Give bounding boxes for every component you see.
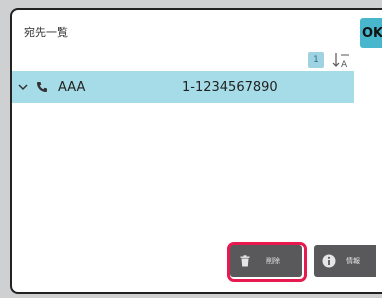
page-title: 宛先一覧 (24, 26, 68, 39)
delete-button[interactable]: 削除 (230, 245, 302, 277)
phone-icon (36, 81, 50, 93)
page-number-badge: 1 (308, 52, 324, 68)
info-label: 情報 (346, 257, 360, 265)
contact-row[interactable]: AAA 1-1234567890 (12, 71, 354, 103)
chevron-down-icon[interactable] (18, 83, 30, 91)
info-icon (322, 254, 336, 268)
info-button[interactable]: 情報 (314, 245, 376, 277)
trash-icon (240, 255, 250, 267)
ok-button[interactable]: OK (360, 18, 382, 48)
sort-icon[interactable]: A (330, 50, 352, 70)
delete-label: 削除 (266, 257, 280, 265)
contact-name: AAA (58, 79, 86, 95)
svg-text:A: A (341, 60, 348, 70)
contact-number: 1-1234567890 (182, 79, 278, 95)
